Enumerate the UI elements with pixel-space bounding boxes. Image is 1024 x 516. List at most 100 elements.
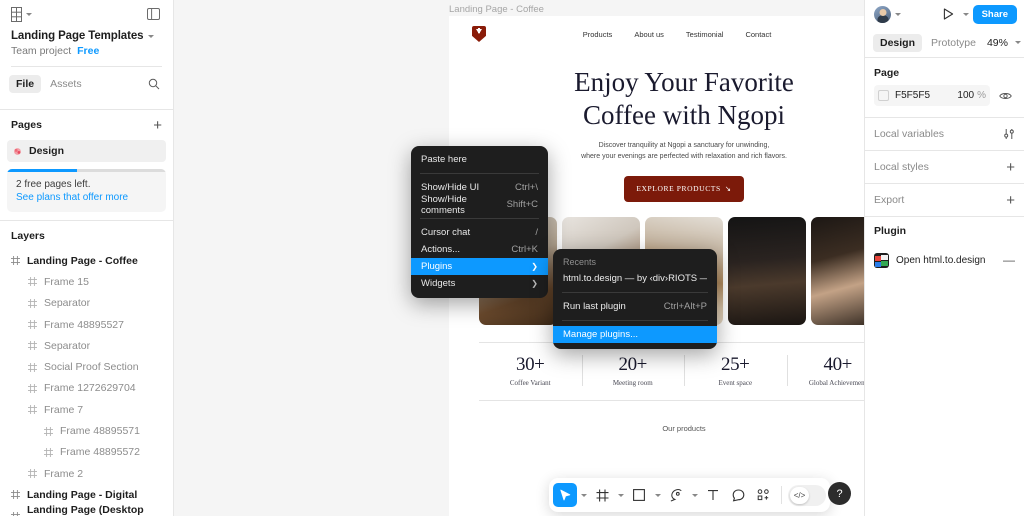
layer-row[interactable]: Frame 1272629704 (0, 378, 173, 399)
move-tool-caret[interactable] (578, 483, 589, 507)
plus-icon[interactable]: + (1006, 193, 1015, 208)
rectangle-tool-icon[interactable] (627, 483, 651, 507)
page-background-row: F5F5F5 100 % (874, 85, 1015, 117)
menu-item-widgets[interactable]: Widgets ❯ (411, 275, 548, 292)
our-products-heading: Our products (662, 423, 706, 433)
explore-products-button[interactable]: EXPLORE PRODUCTS ↘ (624, 175, 744, 202)
layer-row[interactable]: Frame 48895527 (0, 314, 173, 335)
local-styles-label: Local styles (874, 161, 929, 173)
share-button[interactable]: Share (972, 4, 1017, 24)
frame-tool-caret[interactable] (615, 483, 626, 507)
dev-mode-toggle[interactable]: </> (788, 484, 826, 506)
see-plans-link[interactable]: See plans that offer more (16, 192, 157, 203)
file-subtitle-row: Team project Free (11, 45, 162, 57)
menu-item-cursor-chat[interactable]: Cursor chat / (411, 224, 548, 241)
export-row[interactable]: Export + (865, 184, 1024, 217)
page-item-design[interactable]: Design (7, 140, 166, 162)
zoom-level[interactable]: 49% (987, 37, 1008, 49)
layers-list[interactable]: Landing Page - Coffee Frame 15 Separator… (0, 250, 173, 516)
chevron-down-icon[interactable] (962, 12, 969, 16)
chevron-down-icon (617, 493, 624, 497)
toggle-panels-button[interactable] (143, 4, 163, 24)
tab-prototype[interactable]: Prototype (924, 34, 983, 52)
menu-item-show-hide-comments[interactable]: Show/Hide comments Shift+C (411, 194, 548, 216)
pen-tool-icon[interactable] (664, 483, 688, 507)
color-swatch[interactable] (878, 90, 889, 101)
submenu-item-recent-plugin[interactable]: html.to.design — by ‹div›RIOTS — Im... (553, 270, 717, 287)
color-hex-value[interactable]: F5F5F5 (895, 90, 957, 101)
nav-link-products[interactable]: Products (583, 30, 613, 39)
nav-link-testimonial[interactable]: Testimonial (686, 30, 724, 39)
layer-label: Separator (44, 297, 91, 310)
tab-design[interactable]: Design (873, 33, 923, 52)
design-canvas[interactable]: Landing Page - Coffee Products About us … (174, 0, 864, 516)
layer-row[interactable]: Separator (0, 293, 173, 314)
layer-row[interactable]: Frame 48895571 (0, 420, 173, 441)
page-color-field[interactable]: F5F5F5 100 % (874, 85, 990, 106)
tab-assets[interactable]: Assets (43, 75, 89, 93)
rectangle-tool-caret[interactable] (652, 483, 663, 507)
layer-row[interactable]: Frame 15 (0, 271, 173, 292)
layer-row[interactable]: Landing Page (Desktop View) (0, 504, 173, 516)
frame-icon (11, 511, 20, 516)
pen-tool-caret[interactable] (689, 483, 700, 507)
text-tool-icon[interactable] (701, 483, 725, 507)
chevron-down-icon[interactable] (1014, 41, 1021, 44)
canvas-context-menu[interactable]: Paste here Show/Hide UI Ctrl+\ Show/Hide… (411, 146, 548, 298)
html-to-design-plugin-icon (874, 252, 889, 268)
layer-label: Landing Page - Digital (27, 488, 138, 501)
sliders-icon[interactable] (1003, 128, 1015, 140)
menu-item-plugins[interactable]: Plugins ❯ (411, 258, 548, 275)
eye-visibility-icon[interactable] (995, 86, 1015, 106)
move-tool-icon[interactable] (553, 483, 577, 507)
layer-row[interactable]: Landing Page - Coffee (0, 250, 173, 271)
plus-icon[interactable]: + (1006, 160, 1015, 175)
layer-row[interactable]: Frame 7 (0, 399, 173, 420)
frame-icon (28, 383, 37, 393)
nav-link-contact[interactable]: Contact (745, 30, 771, 39)
figma-menu-button[interactable] (11, 6, 32, 22)
nav-link-about-us[interactable]: About us (634, 30, 664, 39)
plan-badge[interactable]: Free (77, 45, 99, 57)
submenu-item-label: html.to.design — by ‹div›RIOTS — Im... (563, 273, 707, 284)
layer-row[interactable]: Separator (0, 335, 173, 356)
frame-label[interactable]: Landing Page - Coffee (449, 4, 544, 15)
tab-file[interactable]: File (9, 74, 42, 93)
search-icon[interactable] (144, 74, 164, 94)
comment-tool-icon[interactable] (726, 483, 750, 507)
menu-item-paste-here[interactable]: Paste here (411, 151, 548, 168)
local-styles-row[interactable]: Local styles + (865, 151, 1024, 184)
menu-item-label: Paste here (421, 154, 467, 165)
plugin-item-html-to-design[interactable]: Open html.to.design — (865, 245, 1024, 275)
submenu-item-run-last-plugin[interactable]: Run last plugin Ctrl+Alt+P (553, 298, 717, 315)
layer-row[interactable]: Landing Page - Digital (0, 484, 173, 505)
add-page-button[interactable]: + (153, 118, 162, 133)
layer-row[interactable]: Social Proof Section (0, 356, 173, 377)
present-play-icon[interactable] (939, 4, 959, 24)
layer-row[interactable]: Frame 2 (0, 463, 173, 484)
opacity-value[interactable]: 100 (957, 90, 974, 101)
avatar[interactable] (874, 5, 891, 23)
chevron-down-icon[interactable] (895, 12, 901, 16)
collapse-plugin-icon[interactable]: — (1003, 254, 1015, 266)
team-project-label: Team project (11, 45, 72, 57)
chevron-down-icon (691, 493, 698, 497)
file-name-row[interactable]: Landing Page Templates (11, 30, 162, 42)
toolbar-divider (781, 486, 782, 504)
layer-row[interactable]: Frame 48895572 (0, 442, 173, 463)
gallery-image-5[interactable] (811, 216, 864, 325)
frame-tool-icon[interactable] (590, 483, 614, 507)
submenu-item-manage-plugins[interactable]: Manage plugins... (553, 326, 717, 343)
layer-label: Frame 48895527 (44, 318, 124, 331)
local-variables-label: Local variables (874, 128, 945, 140)
help-button[interactable]: ? (828, 482, 851, 505)
plugins-submenu[interactable]: Recents html.to.design — by ‹div›RIOTS —… (553, 249, 717, 349)
bottom-toolbar[interactable]: </> (549, 478, 830, 512)
menu-item-actions[interactable]: Actions... Ctrl+K (411, 241, 548, 258)
local-variables-row[interactable]: Local variables (865, 118, 1024, 151)
layer-label: Frame 48895571 (60, 425, 140, 438)
actions-tool-icon[interactable] (751, 483, 775, 507)
gallery-image-4[interactable] (728, 216, 806, 325)
design-prototype-tabs: Design Prototype 49% (865, 28, 1024, 58)
site-navbar: Products About us Testimonial Contact (449, 16, 864, 52)
